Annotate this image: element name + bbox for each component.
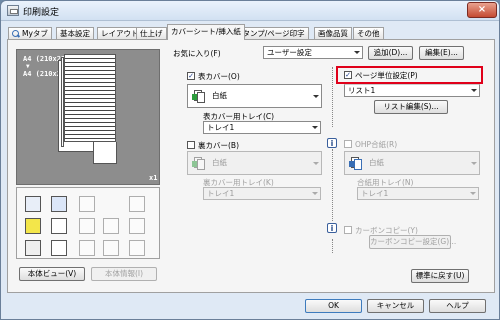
help-button[interactable]: ヘルプ [429,299,486,313]
chevron-down-icon [470,192,476,195]
punch-icon [129,218,145,234]
back-cover-paper-select[interactable]: 白紙 [187,151,322,175]
back-cover-label: 裏カバー(B) [198,141,239,150]
favorites-select[interactable]: ユーザー設定 [263,46,363,59]
chevron-down-icon [313,95,319,98]
front-cover-tray-select[interactable]: トレイ1 [203,121,321,134]
cancel-button[interactable]: キャンセル [367,299,424,313]
duplex-icon [51,218,67,234]
tab-label: レイアウト [101,29,139,38]
title-bar: 印刷設定 × [1,1,499,21]
ohp-interleave-label: OHP合紙(R) [355,140,398,149]
staple-icon [129,196,145,212]
cover-edge [61,57,64,147]
back-cover-paper-value: 白紙 [212,158,227,167]
ohp-paper-value: 白紙 [369,158,384,167]
copies-text: x1 [149,174,158,182]
favorites-value: ユーザー設定 [267,48,312,57]
print-settings-dialog: 印刷設定 × Myタブ 基本設定 レイアウト 仕上げ カバーシート/挿入紙 スタ… [0,0,500,320]
document-icon [25,240,41,256]
sort-icon [129,240,145,256]
tab-label: カバーシート/挿入紙 [171,27,241,36]
color-page-icon [25,218,41,234]
carbon-copy-settings-button[interactable]: カーボンコピー設定(G)... [369,235,456,249]
ohp-paper-select[interactable]: 白紙 [344,151,480,175]
front-cover-paper-value: 白紙 [212,91,227,100]
chevron-down-icon [471,89,477,92]
front-cover-paper-select[interactable]: 白紙 [187,84,322,108]
tab-label: Myタブ [22,29,48,38]
tab-label: 画像品質 [318,29,348,38]
divider [332,149,333,221]
divider [332,67,333,127]
chevron-down-icon [312,126,318,129]
restore-defaults-button[interactable]: 標準に戻す(U) [411,269,469,283]
add-favorite-button[interactable]: 追加(D)... [368,46,413,60]
printer-icon [7,5,19,16]
magnifier-icon [12,30,20,38]
front-cover-label: 表カバー(O) [198,72,240,81]
close-button[interactable]: × [467,2,497,18]
booklet-icon [79,218,95,234]
back-cover-tray-select[interactable]: トレイ1 [203,187,321,200]
tray-icon [51,196,67,212]
page-preview [64,54,116,142]
carbon-copy-checkbox[interactable] [344,226,352,234]
device-info-button[interactable]: 本体情報(I) [91,267,157,281]
blank-paper-icon [192,157,206,170]
edit-favorite-button[interactable]: 編集(E)... [419,46,464,60]
per-page-setting-checkbox[interactable]: ✓ [344,71,352,79]
window-title: 印刷設定 [23,8,60,18]
chevron-down-icon [312,192,318,195]
per-page-setting-label: ページ単位設定(P) [355,71,418,80]
ohp-tray-value: トレイ1 [361,189,389,198]
ok-button[interactable]: OK [305,299,362,313]
back-cover-tray-value: トレイ1 [207,189,235,198]
divider [332,239,333,253]
chevron-down-icon [313,162,319,165]
status-icon-grid [16,187,160,259]
blank-paper-icon [349,157,363,170]
paper-icon [79,196,95,212]
page-list-value: リスト1 [348,86,376,95]
list-edit-button[interactable]: リスト編集(S)... [374,100,448,114]
favorites-label: お気に入り(F) [173,49,221,58]
stamp-icon [79,240,95,256]
info-icon[interactable]: i [327,138,337,148]
chevron-down-icon [471,162,477,165]
back-cover-checkbox[interactable] [187,141,195,149]
printer-icon [25,196,41,212]
ohp-interleave-checkbox[interactable] [344,140,352,148]
front-cover-tray-value: トレイ1 [207,123,235,132]
fold-icon [103,218,119,234]
tab-label: その他 [357,29,380,38]
tab-label: 仕上げ [140,29,163,38]
ohp-tray-select[interactable]: トレイ1 [357,187,479,200]
blank-paper-icon [192,90,206,103]
tab-cover-insert[interactable]: カバーシート/挿入紙 [167,24,245,40]
tab-label: 基本設定 [60,29,90,38]
front-cover-checkbox[interactable]: ✓ [187,72,195,80]
info-icon[interactable]: i [327,223,337,233]
user-icon [51,240,67,256]
page-curl [93,142,117,164]
device-view-button[interactable]: 本体ビュー(V) [19,267,85,281]
chevron-down-icon [354,51,360,54]
tab-label: スタンプ/ページ印字 [235,29,305,38]
copy-icon [103,240,119,256]
arrow-down-icon: ▼ [26,63,30,70]
page-list-select[interactable]: リスト1 [344,84,480,97]
